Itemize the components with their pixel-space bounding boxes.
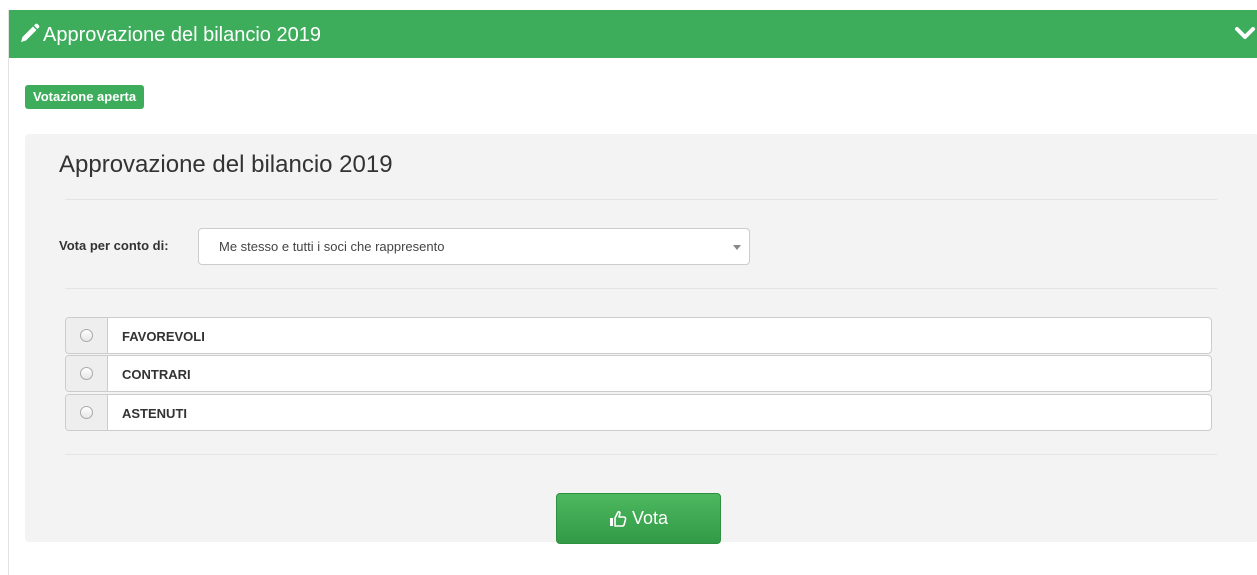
caret-down-icon: [733, 245, 741, 250]
radio-button[interactable]: [80, 367, 93, 380]
divider: [65, 454, 1217, 455]
radio-button[interactable]: [80, 406, 93, 419]
vote-on-behalf-label: Vota per conto di:: [59, 238, 169, 253]
radio-addon: [66, 356, 108, 391]
vote-button-label: Vota: [631, 508, 669, 528]
form-title: Approvazione del bilancio 2019: [59, 151, 393, 178]
radio-addon: [66, 395, 108, 430]
vote-form: Approvazione del bilancio 2019 Vota per …: [25, 134, 1257, 544]
divider: [65, 288, 1217, 289]
vote-on-behalf-value: Me stesso e tutti i soci che rappresento: [219, 239, 445, 254]
chevron-down-icon[interactable]: [1234, 24, 1256, 42]
option-label: FAVOREVOLI: [122, 329, 205, 344]
panel-title: Approvazione del bilancio 2019: [43, 24, 321, 46]
option-label: CONTRARI: [122, 367, 191, 382]
radio-addon: [66, 318, 108, 353]
vote-button[interactable]: Vota: [556, 493, 721, 544]
status-badge: Votazione aperta: [25, 85, 145, 109]
voting-panel: Approvazione del bilancio 2019 Votazione…: [8, 10, 1257, 575]
radio-button[interactable]: [80, 329, 93, 342]
panel-header[interactable]: Approvazione del bilancio 2019: [9, 10, 1257, 58]
vote-on-behalf-select[interactable]: Me stesso e tutti i soci che rappresento: [198, 228, 750, 265]
option-astenuti[interactable]: ASTENUTI: [65, 394, 1212, 431]
option-label: ASTENUTI: [122, 406, 187, 421]
thumbs-up-icon: [609, 510, 627, 528]
option-favorevoli[interactable]: FAVOREVOLI: [65, 317, 1212, 354]
pencil-icon: [18, 23, 44, 45]
divider: [65, 199, 1217, 200]
option-contrari[interactable]: CONTRARI: [65, 355, 1212, 392]
